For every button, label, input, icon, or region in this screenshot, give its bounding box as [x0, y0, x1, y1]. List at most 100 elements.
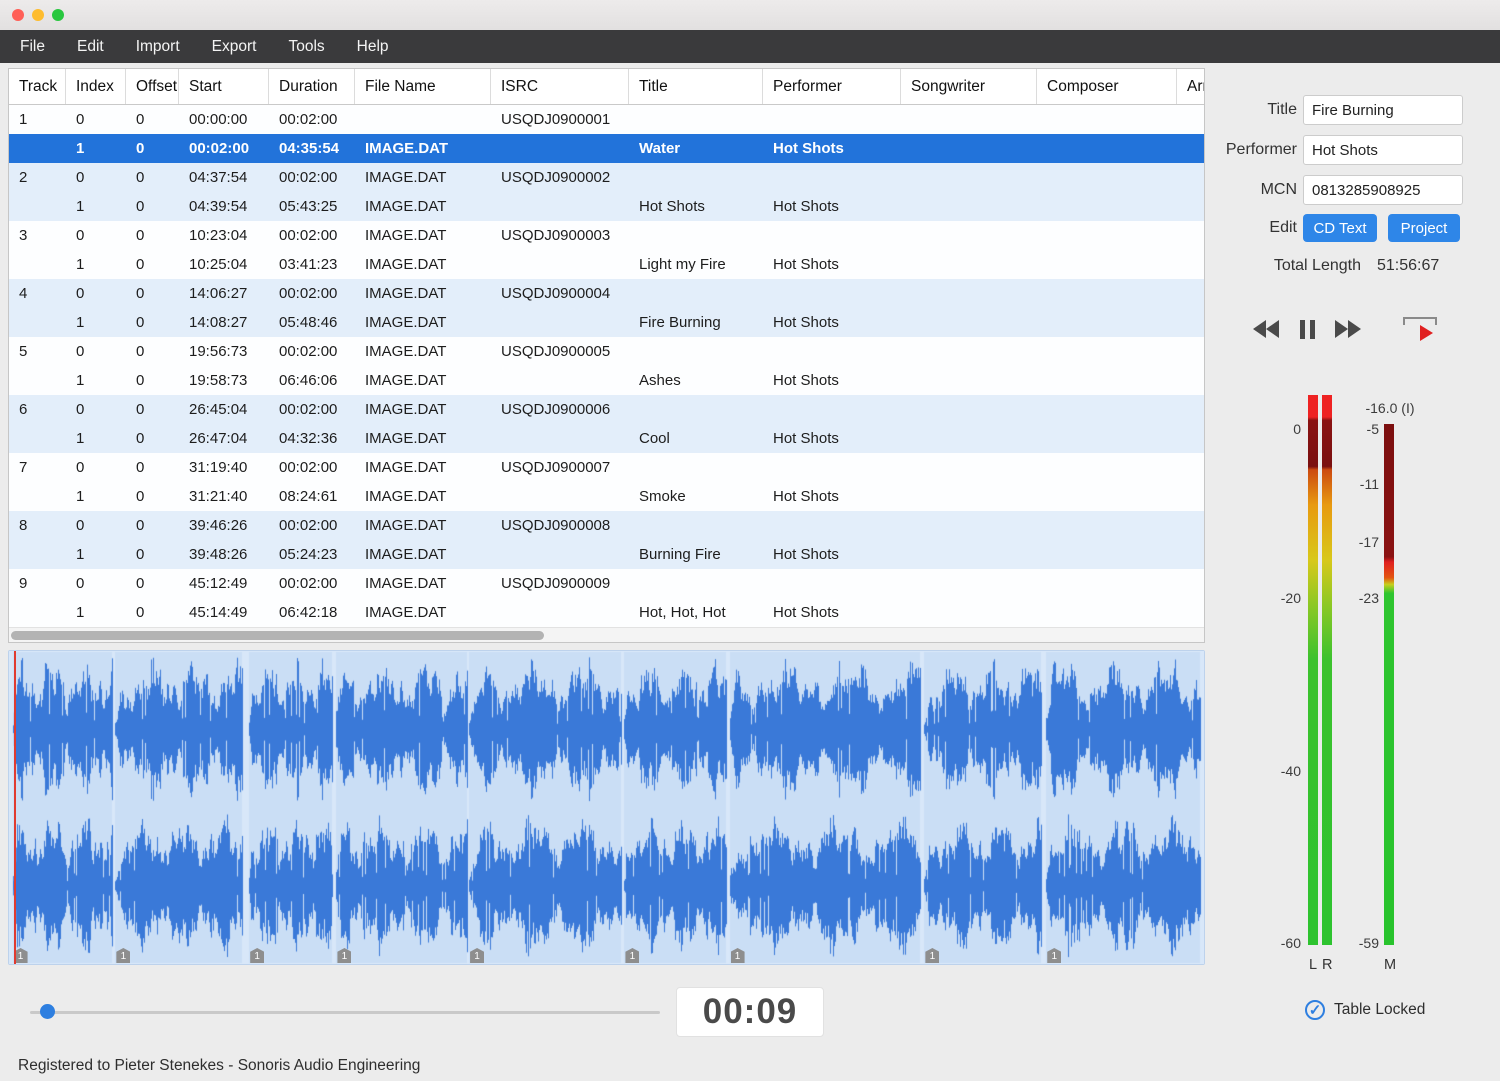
menu-item-import[interactable]: Import [120, 30, 196, 63]
cell-performer [763, 453, 901, 482]
cell-start: 26:47:04 [179, 424, 269, 453]
cell-songwriter [901, 424, 1037, 453]
rewind-button[interactable] [1253, 314, 1279, 344]
mcn-field[interactable] [1303, 175, 1463, 205]
waveform-canvas[interactable] [9, 651, 1204, 964]
forward-icon [1335, 320, 1348, 338]
column-header-start[interactable]: Start [179, 69, 269, 104]
table-row[interactable]: 1031:21:4008:24:61IMAGE.DATSmokeHot Shot… [9, 482, 1204, 511]
cell-songwriter [901, 163, 1037, 192]
lr-scale-20: -20 [1261, 589, 1301, 607]
cell-start: 19:56:73 [179, 337, 269, 366]
table-row[interactable]: 1010:25:0403:41:23IMAGE.DATLight my Fire… [9, 250, 1204, 279]
cell-composer [1037, 221, 1177, 250]
cell-file: IMAGE.DAT [355, 395, 491, 424]
cell-file: IMAGE.DAT [355, 337, 491, 366]
menu-item-export[interactable]: Export [196, 30, 273, 63]
position-slider-thumb[interactable] [40, 1004, 55, 1019]
cell-songwriter [901, 134, 1037, 163]
cell-file: IMAGE.DAT [355, 453, 491, 482]
column-header-file-name[interactable]: File Name [355, 69, 491, 104]
table-row[interactable]: 1039:48:2605:24:23IMAGE.DATBurning FireH… [9, 540, 1204, 569]
table-row[interactable]: 1019:58:7306:46:06IMAGE.DATAshesHot Shot… [9, 366, 1204, 395]
cell-isrc: USQDJ0900006 [491, 395, 629, 424]
zoom-window-button[interactable] [52, 9, 64, 21]
column-header-duration[interactable]: Duration [269, 69, 355, 104]
column-header-composer[interactable]: Composer [1037, 69, 1177, 104]
cell-isrc: USQDJ0900005 [491, 337, 629, 366]
pause-button[interactable] [1297, 314, 1317, 344]
cell-composer [1037, 511, 1177, 540]
minimize-window-button[interactable] [32, 9, 44, 21]
column-header-isrc[interactable]: ISRC [491, 69, 629, 104]
cell-composer [1037, 453, 1177, 482]
cell-start: 00:02:00 [179, 134, 269, 163]
column-header-arr[interactable]: Arr [1177, 69, 1204, 104]
cell-file: IMAGE.DAT [355, 511, 491, 540]
table-row[interactable]: 70031:19:4000:02:00IMAGE.DATUSQDJ0900007 [9, 453, 1204, 482]
cell-isrc: USQDJ0900007 [491, 453, 629, 482]
track-table: TrackIndexOffsetStartDurationFile NameIS… [8, 68, 1205, 643]
play-from-marker-button[interactable] [1401, 315, 1439, 343]
cell-file: IMAGE.DAT [355, 192, 491, 221]
close-window-button[interactable] [12, 9, 24, 21]
h-scrollbar[interactable] [9, 627, 1204, 642]
column-header-songwriter[interactable]: Songwriter [901, 69, 1037, 104]
cell-start: 14:06:27 [179, 279, 269, 308]
cell-performer: Hot Shots [763, 540, 901, 569]
cell-isrc [491, 134, 629, 163]
table-locked-checkbox[interactable]: ✓ Table Locked [1305, 1000, 1425, 1020]
menu-item-edit[interactable]: Edit [61, 30, 120, 63]
column-header-index[interactable]: Index [66, 69, 126, 104]
cell-title [629, 453, 763, 482]
cell-songwriter [901, 540, 1037, 569]
table-row[interactable]: 90045:12:4900:02:00IMAGE.DATUSQDJ0900009 [9, 569, 1204, 598]
cell-offset: 0 [126, 279, 179, 308]
menu-item-help[interactable]: Help [341, 30, 405, 63]
table-row[interactable]: 30010:23:0400:02:00IMAGE.DATUSQDJ0900003 [9, 221, 1204, 250]
table-row[interactable]: 1014:08:2705:48:46IMAGE.DATFire BurningH… [9, 308, 1204, 337]
position-slider-track[interactable] [30, 1011, 660, 1014]
h-scrollbar-thumb[interactable] [11, 631, 544, 640]
waveform-panel[interactable]: 111111111 [8, 650, 1205, 965]
table-row[interactable]: 20004:37:5400:02:00IMAGE.DATUSQDJ0900002 [9, 163, 1204, 192]
cell-duration: 00:02:00 [269, 511, 355, 540]
cell-duration: 06:46:06 [269, 366, 355, 395]
cd-text-button[interactable]: CD Text [1303, 214, 1377, 242]
table-row[interactable]: 40014:06:2700:02:00IMAGE.DATUSQDJ0900004 [9, 279, 1204, 308]
time-display: 00:09 [676, 987, 824, 1037]
cell-index: 1 [66, 134, 126, 163]
cell-duration: 05:43:25 [269, 192, 355, 221]
table-row[interactable]: 1004:39:5405:43:25IMAGE.DATHot ShotsHot … [9, 192, 1204, 221]
menu-item-file[interactable]: File [4, 30, 61, 63]
cell-start: 19:58:73 [179, 366, 269, 395]
column-header-performer[interactable]: Performer [763, 69, 901, 104]
table-row[interactable]: 50019:56:7300:02:00IMAGE.DATUSQDJ0900005 [9, 337, 1204, 366]
table-row[interactable]: 10000:00:0000:02:00USQDJ0900001 [9, 105, 1204, 134]
cell-title [629, 105, 763, 134]
cell-arr [1177, 250, 1204, 279]
rewind-icon [1266, 320, 1279, 338]
table-row[interactable]: 1045:14:4906:42:18IMAGE.DATHot, Hot, Hot… [9, 598, 1204, 627]
menu-item-tools[interactable]: Tools [272, 30, 340, 63]
cell-isrc [491, 540, 629, 569]
cell-index: 1 [66, 250, 126, 279]
cell-arr [1177, 308, 1204, 337]
table-row[interactable]: 1026:47:0404:32:36IMAGE.DATCoolHot Shots [9, 424, 1204, 453]
column-header-offset[interactable]: Offset [126, 69, 179, 104]
right-panel: Title Performer MCN Edit CD Text Project… [1205, 62, 1500, 1081]
forward-button[interactable] [1335, 314, 1361, 344]
table-row[interactable]: 60026:45:0400:02:00IMAGE.DATUSQDJ0900006 [9, 395, 1204, 424]
table-row[interactable]: 80039:46:2600:02:00IMAGE.DATUSQDJ0900008 [9, 511, 1204, 540]
performer-field[interactable] [1303, 135, 1463, 165]
column-header-track[interactable]: Track [9, 69, 66, 104]
title-field[interactable] [1303, 95, 1463, 125]
cell-index: 0 [66, 395, 126, 424]
cell-offset: 0 [126, 569, 179, 598]
cell-performer [763, 511, 901, 540]
column-header-title[interactable]: Title [629, 69, 763, 104]
meter-mono-bar [1384, 424, 1394, 945]
meter-l-label: L [1308, 957, 1318, 973]
table-row[interactable]: 1000:02:0004:35:54IMAGE.DATWaterHot Shot… [9, 134, 1204, 163]
project-button[interactable]: Project [1388, 214, 1460, 242]
